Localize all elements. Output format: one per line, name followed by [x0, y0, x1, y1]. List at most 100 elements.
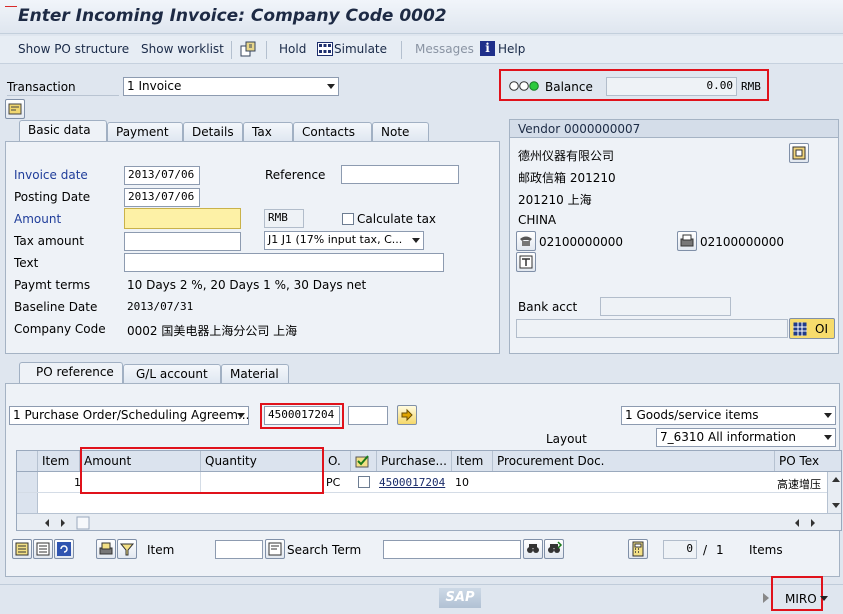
chevron-down-icon	[327, 84, 335, 89]
search-term-input[interactable]	[383, 540, 521, 559]
tab-po-reference[interactable]: PO reference	[19, 362, 123, 383]
column-header-po-item[interactable]: Item	[452, 451, 493, 471]
po-item-input[interactable]	[348, 406, 388, 425]
table-row[interactable]	[17, 493, 827, 513]
tab-material[interactable]: Material	[221, 364, 289, 383]
show-po-structure-button[interactable]: Show PO structure	[18, 42, 129, 56]
sap-logo: SAP	[439, 588, 481, 608]
basic-data-panel: Invoice date 2013/07/06 Reference Postin…	[5, 141, 500, 354]
tab-tax[interactable]: Tax	[243, 122, 293, 141]
vendor-detail-icon[interactable]	[789, 143, 809, 163]
hold-button[interactable]: Hold	[279, 42, 306, 56]
application-toolbar: Show PO structure Show worklist Hold Sim…	[0, 36, 843, 64]
row-selector[interactable]	[17, 472, 38, 492]
vendor-country: CHINA	[518, 213, 557, 227]
items-label: Items	[749, 543, 783, 557]
deselect-all-icon[interactable]	[33, 539, 53, 559]
item-selection-select[interactable]: 1 Goods/service items	[621, 406, 836, 425]
grid-icon	[793, 322, 807, 336]
column-header-po-text[interactable]: PO Tex	[775, 451, 827, 471]
po-number-input[interactable]: 4500017204	[264, 406, 340, 425]
posting-date-label: Posting Date	[14, 190, 91, 204]
item-search-input[interactable]	[215, 540, 263, 559]
column-header-check[interactable]	[351, 451, 377, 471]
vendor-extra-field[interactable]	[516, 319, 788, 338]
column-header-procurement-doc[interactable]: Procurement Doc.	[493, 451, 775, 471]
tax-code-select[interactable]: J1 J1 (17% input tax, C...	[264, 231, 424, 250]
calculate-tax-checkbox[interactable]	[342, 213, 354, 225]
page-title: Enter Incoming Invoice: Company Code 000…	[18, 6, 447, 26]
play-icon[interactable]	[763, 593, 769, 603]
vendor-phone: 02100000000	[539, 235, 623, 249]
address-card-icon[interactable]	[516, 252, 536, 272]
reference-label: Reference	[265, 168, 326, 182]
filter-icon[interactable]	[117, 539, 137, 559]
vendor-fax: 02100000000	[700, 235, 784, 249]
row-checkbox[interactable]	[358, 476, 370, 488]
select-all-icon[interactable]	[12, 539, 32, 559]
row-selector[interactable]	[17, 493, 38, 513]
company-code-value: 0002 国美电器上海分公司 上海	[127, 324, 298, 338]
column-header-purchase-doc[interactable]: Purchase...	[377, 451, 452, 471]
toolbar-separator	[401, 41, 402, 59]
header-tabstrip: Basic data Payment Details Tax Contacts …	[5, 120, 500, 143]
transaction-select[interactable]: 1 Invoice	[123, 77, 339, 96]
column-header-item[interactable]: Item	[38, 451, 80, 471]
tab-contacts[interactable]: Contacts	[293, 122, 372, 141]
collapse-header-icon[interactable]	[5, 99, 25, 119]
help-button[interactable]: Help	[498, 42, 525, 56]
label-underline	[7, 95, 119, 96]
invoice-date-input[interactable]: 2013/07/06	[124, 166, 200, 185]
help-icon[interactable]: i	[480, 41, 495, 56]
column-header-order-unit[interactable]: O.	[324, 451, 351, 471]
tab-basic-data[interactable]: Basic data	[19, 120, 107, 141]
baseline-date-label: Baseline Date	[14, 300, 98, 314]
refresh-icon[interactable]	[54, 539, 74, 559]
print-icon[interactable]	[96, 539, 116, 559]
messages-button[interactable]: Messages	[415, 42, 474, 56]
amount-input[interactable]	[124, 208, 241, 229]
copy-document-icon[interactable]	[240, 41, 256, 57]
menu-icon[interactable]	[5, 1, 19, 11]
simulate-button[interactable]: Simulate	[334, 42, 387, 56]
show-worklist-button[interactable]: Show worklist	[141, 42, 224, 56]
table-row-selector-header[interactable]	[17, 451, 38, 471]
horizontal-scrollbar[interactable]	[17, 513, 841, 530]
tab-payment[interactable]: Payment	[107, 122, 183, 141]
tax-amount-label: Tax amount	[14, 234, 84, 248]
vertical-scrollbar[interactable]	[827, 472, 841, 513]
text-input[interactable]	[124, 253, 444, 272]
tab-details[interactable]: Details	[183, 122, 243, 141]
transaction-value: 1 Invoice	[127, 79, 182, 93]
tax-amount-input[interactable]	[124, 232, 241, 251]
oi-button[interactable]: OI	[789, 318, 835, 339]
simulate-icon[interactable]	[317, 42, 333, 56]
arrow-right-icon[interactable]	[397, 405, 417, 425]
calculator-icon[interactable]	[628, 539, 648, 559]
cell-po-text: 高速增压	[777, 478, 821, 491]
search-term-icon[interactable]	[265, 539, 285, 559]
page-current-input[interactable]: 0	[663, 540, 697, 559]
tab-note[interactable]: Note	[372, 122, 429, 141]
oi-label: OI	[815, 322, 828, 336]
find-next-icon[interactable]	[544, 539, 564, 559]
bank-acct-input[interactable]	[600, 297, 731, 316]
posting-date-input[interactable]: 2013/07/06	[124, 188, 200, 207]
chevron-down-icon[interactable]	[820, 596, 828, 601]
cell-purchase-doc-link[interactable]: 4500017204	[379, 476, 445, 489]
find-icon[interactable]	[523, 539, 543, 559]
chevron-down-icon	[412, 238, 420, 243]
layout-select[interactable]: 7_6310 All information	[656, 428, 836, 447]
phone-icon[interactable]	[516, 231, 536, 251]
traffic-light-icon	[509, 80, 541, 92]
page-separator: /	[703, 543, 708, 557]
reference-type-select[interactable]: 1 Purchase Order/Scheduling Agreem...	[9, 406, 249, 425]
currency-field[interactable]: RMB	[264, 209, 304, 228]
checkmark-icon	[355, 455, 369, 468]
vendor-city: 201210 上海	[518, 193, 592, 207]
reference-input[interactable]	[341, 165, 459, 184]
balance-value: 0.00	[606, 77, 737, 96]
invoice-date-label: Invoice date	[14, 168, 88, 182]
fax-icon[interactable]	[677, 231, 697, 251]
tab-gl-account[interactable]: G/L account	[123, 364, 221, 383]
